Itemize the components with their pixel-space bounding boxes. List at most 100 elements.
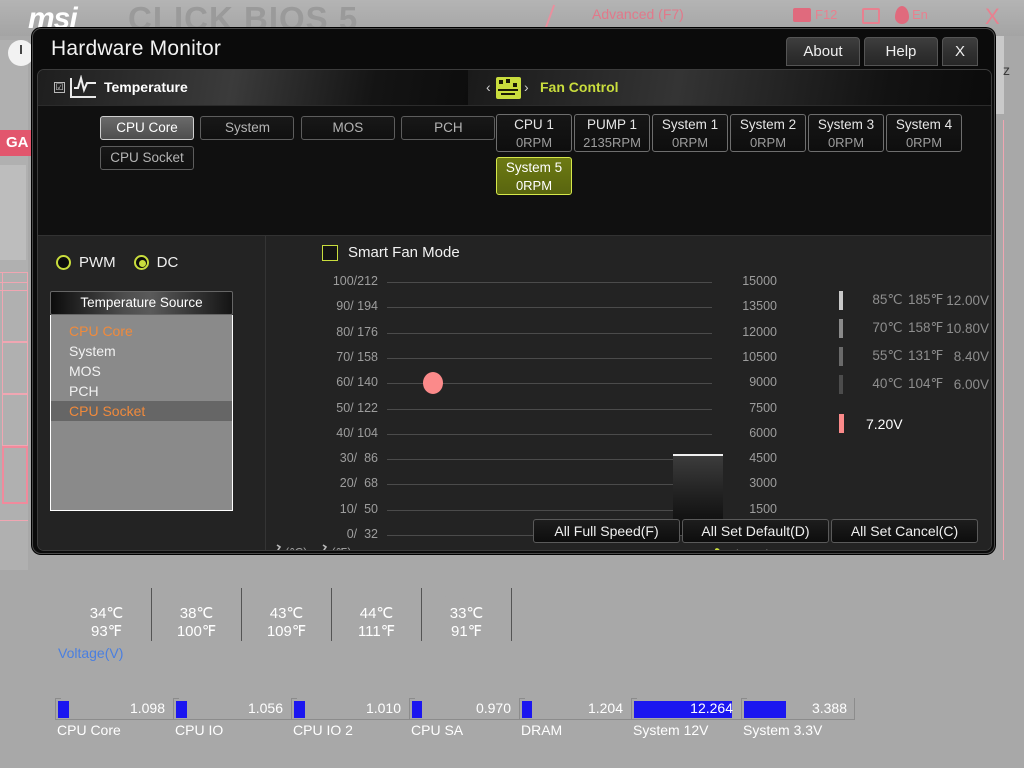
source-item-mos[interactable]: MOS bbox=[51, 361, 232, 381]
voltage-value: 1.204 bbox=[588, 700, 623, 716]
chart-gridline bbox=[387, 459, 712, 460]
voltage-label: DRAM bbox=[521, 722, 562, 738]
bios-close-icon[interactable]: X bbox=[985, 4, 1000, 30]
fan-card-system-5[interactable]: System 5 0RPM bbox=[496, 157, 572, 195]
hardware-monitor-window: Hardware Monitor About Help X ☑ Temperat… bbox=[32, 28, 995, 554]
voltage-bar-row: 1.098CPU Core1.056CPU IO1.010CPU IO 20.9… bbox=[55, 698, 855, 720]
game-boost-badge[interactable]: GA bbox=[0, 130, 34, 156]
chart-gridline bbox=[387, 282, 712, 283]
prev-section-arrow-icon[interactable]: ‹ bbox=[486, 79, 491, 95]
chart-left-tick-label: 50/ 122 bbox=[336, 401, 378, 415]
voltage-item: 0.970CPU SA bbox=[409, 698, 519, 720]
tab-cpu-core[interactable]: CPU Core bbox=[100, 116, 194, 140]
voltage-value: 3.388 bbox=[812, 700, 847, 716]
chart-temp-units: (℃) (℉) bbox=[272, 544, 352, 551]
source-item-system[interactable]: System bbox=[51, 341, 232, 361]
tab-pch[interactable]: PCH bbox=[401, 116, 495, 140]
next-section-arrow-icon[interactable]: › bbox=[524, 79, 529, 95]
bios-rail-box bbox=[2, 272, 28, 342]
tab-mos[interactable]: MOS bbox=[301, 116, 395, 140]
page-title: Hardware Monitor bbox=[51, 37, 221, 61]
help-button[interactable]: Help bbox=[864, 37, 938, 66]
voltage-value: 1.056 bbox=[248, 700, 283, 716]
fan-rpm: 0RPM bbox=[887, 134, 961, 151]
bios-rail-line bbox=[0, 520, 28, 521]
fan-rpm: 0RPM bbox=[653, 134, 727, 151]
about-button[interactable]: About bbox=[786, 37, 860, 66]
unit-fahrenheit: (℉) bbox=[331, 545, 351, 551]
tab-system[interactable]: System bbox=[200, 116, 294, 140]
voltage-item: 1.204DRAM bbox=[519, 698, 631, 720]
legend-swatch bbox=[839, 375, 843, 394]
fan-card-system-4[interactable]: System 4 0RPM bbox=[886, 114, 962, 152]
voltage-item: 1.056CPU IO bbox=[173, 698, 291, 720]
fan-card-system-3[interactable]: System 3 0RPM bbox=[808, 114, 884, 152]
source-item-cpu-socket[interactable]: CPU Socket bbox=[51, 401, 232, 421]
chart-right-tick-label: 1500 bbox=[725, 502, 777, 516]
legend-fahrenheit: 158℉ bbox=[903, 320, 944, 336]
all-set-cancel-button[interactable]: All Set Cancel(C) bbox=[831, 519, 978, 543]
bios-left-grey-block bbox=[0, 165, 26, 260]
voltage-value: 12.264 bbox=[690, 700, 733, 716]
record-icon[interactable] bbox=[862, 8, 880, 24]
chart-right-tick-label: 12000 bbox=[725, 325, 777, 339]
chart-left-tick-label: 90/ 194 bbox=[336, 299, 378, 313]
source-item-cpu-core[interactable]: CPU Core bbox=[51, 321, 232, 341]
fan-card-cpu-1[interactable]: CPU 1 0RPM bbox=[496, 114, 572, 152]
fan-curve-chart[interactable]: 100/21290/ 19480/ 17670/ 15860/ 14050/ 1… bbox=[387, 282, 712, 535]
unit-celsius: (℃) bbox=[285, 545, 307, 551]
fan-rpm: 0RPM bbox=[497, 134, 571, 151]
temperature-section-header[interactable]: ☑ Temperature bbox=[38, 70, 468, 106]
fan-control-section-header[interactable]: ‹ › Fan Control bbox=[468, 70, 992, 106]
chart-right-tick-label: 15000 bbox=[725, 274, 777, 288]
smart-fan-mode-label: Smart Fan Mode bbox=[348, 244, 460, 261]
chart-right-tick-label: 6000 bbox=[725, 426, 777, 440]
advanced-mode-label[interactable]: Advanced (F7) bbox=[592, 6, 684, 22]
readout-pch: PCH 44℃ 111℉ bbox=[332, 588, 422, 641]
chart-left-tick-label: 0/ 32 bbox=[347, 527, 378, 541]
window-buttons: About Help X bbox=[786, 37, 978, 66]
chart-left-tick-label: 100/212 bbox=[333, 274, 378, 288]
smart-fan-mode-checkbox[interactable] bbox=[322, 245, 338, 261]
legend-swatch bbox=[839, 291, 843, 310]
fan-curve-point[interactable] bbox=[423, 372, 443, 394]
readout-label: CPU Core bbox=[66, 588, 147, 605]
expand-checkbox-icon[interactable]: ☑ bbox=[54, 82, 65, 93]
fan-card-system-1[interactable]: System 1 0RPM bbox=[652, 114, 728, 152]
chart-right-tick-label: 4500 bbox=[725, 451, 777, 465]
fan-card-pump-1[interactable]: PUMP 1 2135RPM bbox=[574, 114, 650, 152]
chart-gridline bbox=[387, 358, 712, 359]
fan-selector-group: CPU 1 0RPM PUMP 1 2135RPM System 1 0RPM … bbox=[496, 114, 986, 200]
language-drop-icon[interactable] bbox=[895, 6, 909, 24]
readout-cpu-core: CPU Core 34℃ 93℉ bbox=[62, 588, 152, 641]
radio-pwm[interactable] bbox=[56, 255, 71, 270]
screenshot-icon[interactable] bbox=[793, 8, 811, 22]
legend-voltage: 12.00V bbox=[943, 293, 989, 308]
fan-control-body: PWM DC Temperature Source CPU Core Syste… bbox=[38, 235, 992, 551]
chart-left-tick-label: 20/ 68 bbox=[340, 476, 378, 490]
voltage-label: CPU Core bbox=[57, 722, 121, 738]
fan-name: PUMP 1 bbox=[575, 116, 649, 134]
source-item-pch[interactable]: PCH bbox=[51, 381, 232, 401]
bios-right-letter: z bbox=[1003, 62, 1010, 78]
chart-left-tick-label: 10/ 50 bbox=[340, 502, 378, 516]
voltage-label: System 12V bbox=[633, 722, 708, 738]
radio-pwm-label: PWM bbox=[79, 254, 116, 271]
readout-fahrenheit: 111℉ bbox=[336, 623, 417, 641]
smart-fan-mode-row[interactable]: Smart Fan Mode bbox=[322, 244, 460, 261]
clock-icon bbox=[8, 40, 34, 66]
fan-card-system-2[interactable]: System 2 0RPM bbox=[730, 114, 806, 152]
legend-voltage: 6.00V bbox=[943, 377, 989, 392]
legend-fahrenheit: 185℉ bbox=[903, 292, 944, 308]
radio-dc[interactable] bbox=[134, 255, 149, 270]
voltage-item: 1.010CPU IO 2 bbox=[291, 698, 409, 720]
tab-cpu-socket[interactable]: CPU Socket bbox=[100, 146, 194, 170]
temperature-source-list: CPU Core System MOS PCH CPU Socket bbox=[50, 315, 233, 511]
legend-voltage: 8.40V bbox=[943, 349, 989, 364]
fan-curve-column: Smart Fan Mode 100/21290/ 19480/ 17670/ … bbox=[267, 236, 992, 551]
close-button[interactable]: X bbox=[942, 37, 978, 66]
temperature-tab-group: CPU Core System MOS PCH CPU Socket bbox=[100, 116, 500, 176]
readout-fahrenheit: 109℉ bbox=[246, 623, 327, 641]
all-full-speed-button[interactable]: All Full Speed(F) bbox=[533, 519, 680, 543]
all-set-default-button[interactable]: All Set Default(D) bbox=[682, 519, 829, 543]
